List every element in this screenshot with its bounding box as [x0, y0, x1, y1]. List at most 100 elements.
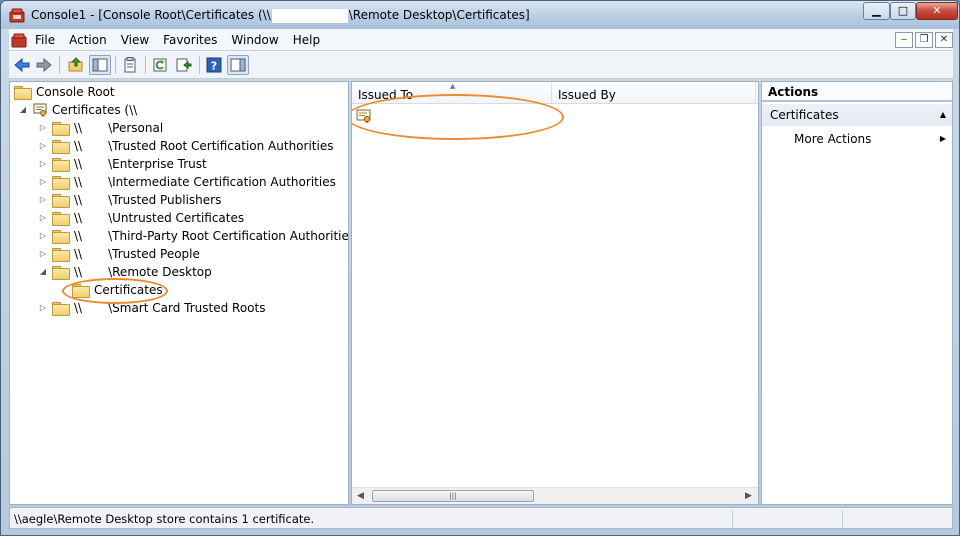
tree-item-label: \Trusted Root Certification Authorities — [108, 139, 334, 153]
toolbar-separator — [145, 56, 146, 74]
scrollbar-thumb[interactable]: ||| — [372, 490, 534, 502]
tree-item-trusted-publishers[interactable]: ▷ \\ \Trusted Publishers — [38, 191, 221, 209]
menu-view[interactable]: View — [114, 29, 156, 51]
tree-item-prefix: \\ — [74, 247, 83, 261]
folder-icon — [52, 248, 70, 262]
expand-icon[interactable]: ▷ — [38, 227, 48, 245]
collapse-section-icon[interactable]: ▲ — [940, 104, 946, 126]
tree-item-trusted-root[interactable]: ▷ \\ \Trusted Root Certification Authorit… — [38, 137, 333, 155]
certificate-row[interactable] — [356, 108, 376, 126]
expand-icon[interactable]: ▷ — [38, 209, 48, 227]
tree-item-label: \Intermediate Certification Authorities — [108, 175, 336, 189]
tree-item-smart-card[interactable]: ▷ \\ \Smart Card Trusted Roots — [38, 299, 265, 317]
tree-item-console-root[interactable]: Console Root — [14, 83, 115, 101]
tree-item-prefix: \\ — [74, 301, 83, 315]
menu-window[interactable]: Window — [224, 29, 285, 51]
tree-item-label: \Smart Card Trusted Roots — [108, 301, 266, 315]
menu-help[interactable]: Help — [286, 29, 327, 51]
menu-action[interactable]: Action — [62, 29, 114, 51]
help-button[interactable]: ? — [203, 55, 225, 75]
child-close-button[interactable]: ✕ — [935, 32, 953, 48]
actions-section-certificates[interactable]: Certificates ▲ — [762, 104, 952, 126]
folder-icon — [52, 194, 70, 208]
tree-item-enterprise-trust[interactable]: ▷ \\ \Enterprise Trust — [38, 155, 207, 173]
expand-icon[interactable]: ▷ — [38, 119, 48, 137]
menu-items: File Action View Favorites Window Help — [35, 29, 327, 51]
tree-item-certificates-store[interactable]: ◢ Certificates (\\ — [18, 101, 137, 119]
tree-item-untrusted[interactable]: ▷ \\ \Untrusted Certificates — [38, 209, 244, 227]
show-hide-tree-icon — [92, 58, 108, 72]
certificate-snapin-icon — [33, 103, 47, 117]
scroll-left-arrow-icon[interactable]: ◀ — [352, 488, 369, 504]
back-button[interactable] — [11, 55, 33, 75]
forward-icon — [36, 57, 52, 73]
expand-icon[interactable]: ▷ — [38, 191, 48, 209]
status-divider — [732, 510, 733, 528]
tree-item-label: \Trusted Publishers — [108, 193, 222, 207]
mmc-app-icon — [9, 8, 25, 23]
show-action-pane-icon — [230, 58, 246, 72]
expand-icon[interactable]: ▷ — [38, 137, 48, 155]
refresh-button[interactable] — [149, 55, 171, 75]
folder-icon — [52, 176, 70, 190]
window-title-prefix: Console1 - [Console Root\Certificates (\… — [31, 8, 271, 22]
column-issued-by[interactable]: Issued By — [552, 82, 756, 104]
scroll-right-arrow-icon[interactable]: ▶ — [740, 488, 757, 504]
horizontal-scrollbar[interactable]: ◀ ||| ▶ — [352, 487, 758, 504]
title-bar[interactable]: Console1 - [Console Root\Certificates (\… — [1, 1, 959, 29]
close-button[interactable]: ✕ — [916, 2, 958, 20]
tree-item-prefix: \\ — [74, 139, 83, 153]
section-label: Certificates — [770, 108, 839, 122]
list-header: Issued To ▲ Issued By — [352, 82, 758, 104]
status-divider — [842, 510, 843, 528]
expand-icon[interactable]: ▷ — [38, 155, 48, 173]
minimize-button[interactable]: ▁ — [863, 2, 890, 20]
menu-bar: File Action View Favorites Window Help ‒… — [9, 29, 953, 51]
forward-button[interactable] — [33, 55, 55, 75]
column-label: Issued By — [558, 88, 616, 102]
toolbar-separator — [115, 56, 116, 74]
console-tree: Console Root ◢ Certificates (\\ ▷ \\ \Per… — [9, 81, 349, 505]
child-minimize-button[interactable]: ‒ — [895, 32, 913, 48]
tree-item-remote-desktop[interactable]: ◢ \\ \Remote Desktop — [38, 263, 212, 281]
toolbar-separator — [199, 56, 200, 74]
maximize-button[interactable]: □ — [890, 2, 916, 20]
console-menu-icon[interactable] — [11, 32, 27, 48]
status-bar: \\aegle\Remote Desktop store contains 1 … — [9, 507, 953, 529]
expand-icon[interactable]: ▷ — [38, 173, 48, 191]
tree-item-label: Console Root — [36, 85, 115, 99]
collapse-icon[interactable]: ◢ — [38, 263, 48, 281]
tree-item-personal[interactable]: ▷ \\ \Personal — [38, 119, 163, 137]
export-button[interactable] — [173, 55, 195, 75]
up-folder-icon — [68, 57, 83, 72]
tree-item-intermediate[interactable]: ▷ \\ \Intermediate Certification Authorit… — [38, 173, 336, 191]
tree-item-prefix: \\ — [74, 157, 83, 171]
expand-icon[interactable]: ▷ — [38, 299, 48, 317]
folder-icon — [52, 302, 70, 316]
toolbar-separator — [59, 56, 60, 74]
tree-item-label: Certificates — [94, 283, 163, 297]
tree-item-remote-desktop-certificates[interactable]: Certificates — [72, 281, 163, 299]
status-text: \\aegle\Remote Desktop store contains 1 … — [14, 512, 315, 526]
action-label: More Actions — [794, 132, 872, 146]
column-label: Issued To — [358, 88, 414, 102]
export-icon — [176, 58, 192, 72]
tree-item-label: \Trusted People — [108, 247, 200, 261]
more-actions-item[interactable]: More Actions ▶ — [762, 128, 952, 150]
tree-item-trusted-people[interactable]: ▷ \\ \Trusted People — [38, 245, 200, 263]
tree-item-label: \Third-Party Root Certification Authorit… — [108, 229, 349, 243]
export-list-button[interactable] — [119, 55, 141, 75]
tree-item-label: Certificates (\\ — [52, 103, 138, 117]
show-hide-tree-button[interactable] — [89, 55, 111, 75]
collapse-icon[interactable]: ◢ — [18, 101, 28, 119]
tree-item-third-party-root[interactable]: ▷ \\ \Third-Party Root Certification Auth… — [38, 227, 349, 245]
child-restore-button[interactable]: ❐ — [915, 32, 933, 48]
tree-item-prefix: \\ — [74, 211, 83, 225]
menu-favorites[interactable]: Favorites — [156, 29, 224, 51]
svg-text:?: ? — [211, 60, 217, 73]
tree-item-label: \Untrusted Certificates — [108, 211, 245, 225]
menu-file[interactable]: File — [35, 29, 62, 51]
up-one-level-button[interactable] — [65, 55, 87, 75]
expand-icon[interactable]: ▷ — [38, 245, 48, 263]
show-action-pane-button[interactable] — [227, 55, 249, 75]
